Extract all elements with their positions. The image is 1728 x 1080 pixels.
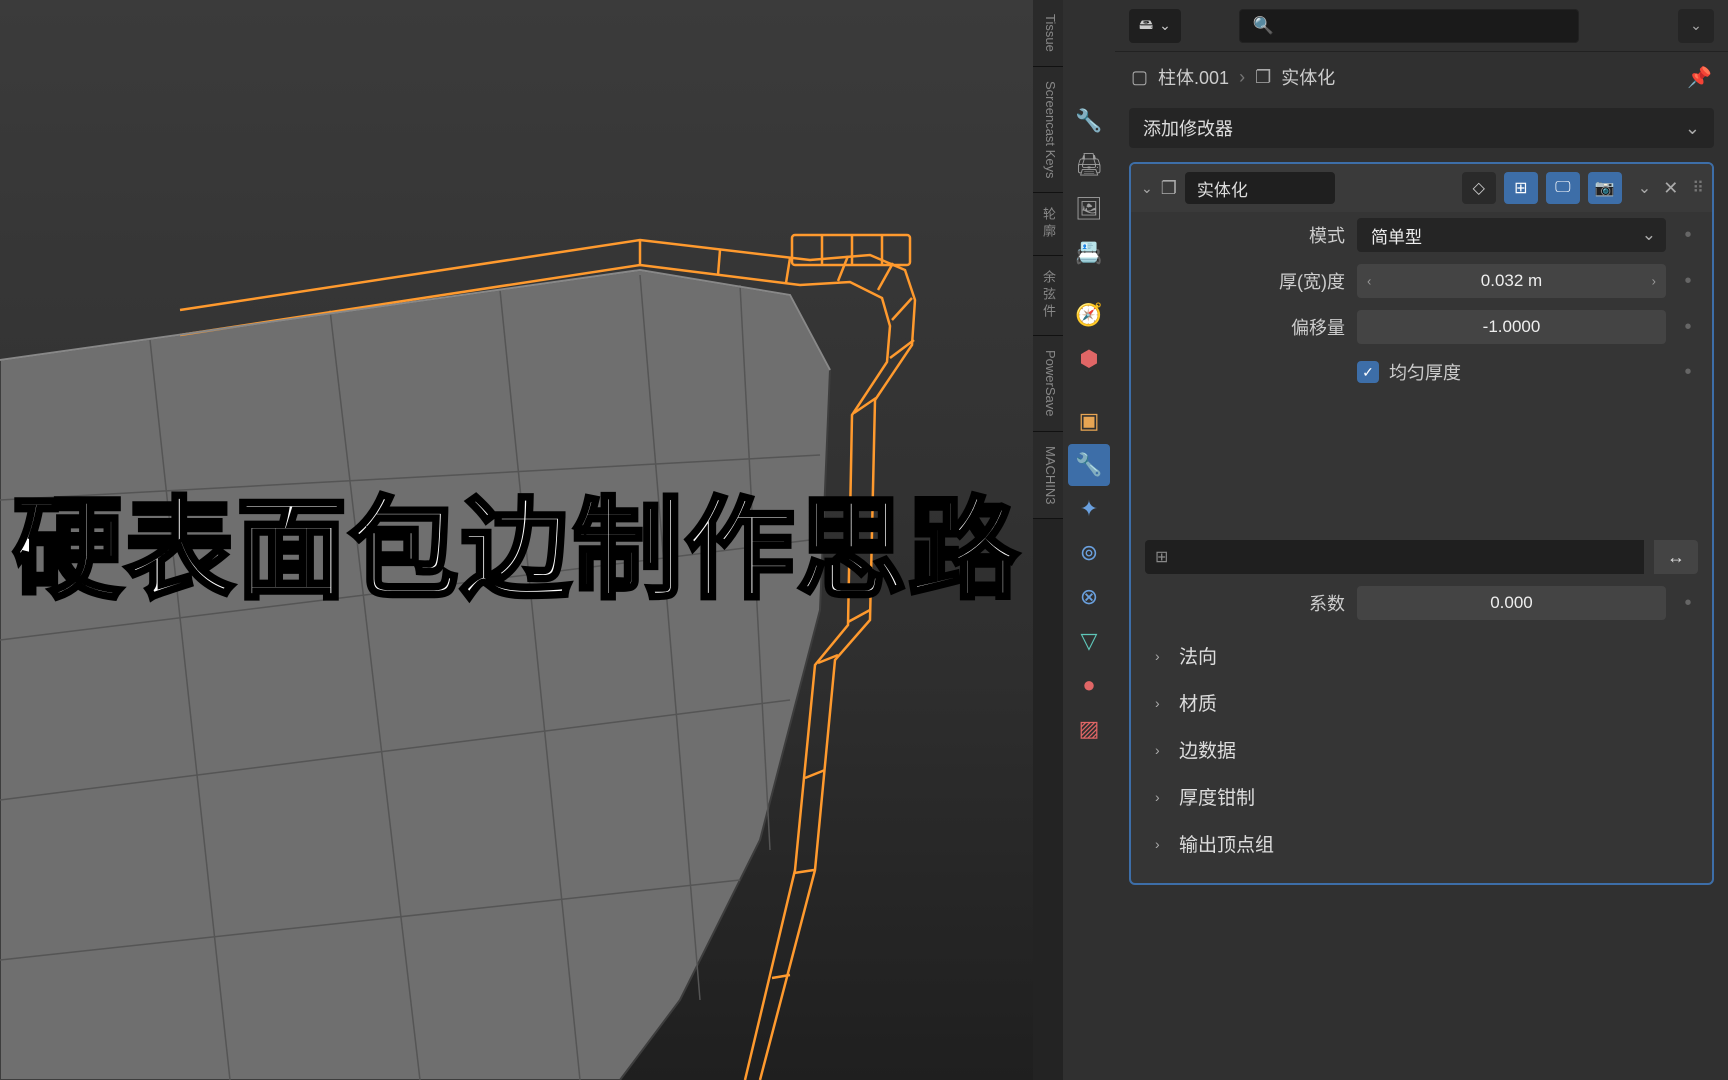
material-icon[interactable]: ●: [1068, 664, 1110, 706]
constraint-icon[interactable]: ⊗: [1068, 576, 1110, 618]
breadcrumb-separator: ›: [1239, 67, 1245, 88]
object-icon: ▢: [1131, 67, 1148, 88]
mesh-render: [0, 0, 1033, 1080]
properties-panel: 🖴 ⌄ 🔍 ⌄ ▢ 柱体.001 › ❐ 实体化 📌 添加修改器 ⌄ ⌄ ❐ 实…: [1115, 0, 1728, 1080]
chevron-down-icon: ⌄: [1685, 118, 1700, 139]
mode-label: 模式: [1145, 222, 1345, 248]
collection-icon[interactable]: ⬢: [1068, 338, 1110, 380]
tab-cosine[interactable]: 余弦件: [1033, 256, 1063, 336]
modifier-subsections: ›法向 ›材质 ›边数据 ›厚度钳制 ›输出顶点组: [1131, 626, 1712, 873]
even-thickness-row: ✓ 均匀厚度 •: [1131, 350, 1712, 394]
scene-icon[interactable]: 📇: [1068, 232, 1110, 274]
n-panel-tabs: Tissue Screencast Keys 轮廓 余弦件 PowerSave …: [1033, 0, 1063, 1080]
breadcrumb-modifier[interactable]: 实体化: [1281, 64, 1335, 90]
modifier-name-field[interactable]: 实体化: [1185, 172, 1335, 204]
properties-tab-bar: 🔧 🖨 🖼 📇 🧭 ⬢ ▣ 🔧 ✦ ⊚ ⊗ ▽ ● ▨: [1063, 0, 1115, 1080]
separator: [1068, 382, 1110, 398]
modifier-icon[interactable]: 🔧: [1068, 444, 1110, 486]
subsection-materials[interactable]: ›材质: [1131, 679, 1712, 726]
thickness-field[interactable]: ‹ 0.032 m ›: [1357, 264, 1666, 298]
show-on-cage-toggle[interactable]: ◇: [1462, 172, 1496, 204]
chevron-down-icon: ⌄: [1159, 17, 1171, 34]
breadcrumb-object[interactable]: 柱体.001: [1158, 64, 1229, 90]
factor-label: 系数: [1145, 590, 1345, 616]
decrement-icon[interactable]: ‹: [1367, 274, 1371, 289]
tab-screencast-keys[interactable]: Screencast Keys: [1033, 67, 1063, 194]
render-icon[interactable]: 🔧: [1068, 100, 1110, 142]
subsection-edge-data[interactable]: ›边数据: [1131, 726, 1712, 773]
chevron-down-icon: ⌄: [1642, 225, 1656, 245]
offset-row: 偏移量 -1.0000 •: [1131, 304, 1712, 350]
animate-dot[interactable]: •: [1678, 361, 1698, 384]
offset-label: 偏移量: [1145, 314, 1345, 340]
drag-handle[interactable]: ⠿: [1692, 178, 1702, 198]
animate-dot[interactable]: •: [1678, 592, 1698, 615]
invert-button[interactable]: ↔: [1654, 540, 1698, 574]
even-thickness-label: 均匀厚度: [1389, 359, 1461, 385]
viewport-3d[interactable]: 硬表面包边制作思路: [0, 0, 1033, 1080]
expand-toggle[interactable]: ⌄: [1141, 180, 1153, 197]
subsection-output-vg[interactable]: ›输出顶点组: [1131, 820, 1712, 867]
viewlayer-icon[interactable]: 🖼: [1068, 188, 1110, 230]
chevron-right-icon: ›: [1155, 648, 1169, 664]
data-type-dropdown[interactable]: 🖴 ⌄: [1129, 9, 1181, 43]
texture-icon[interactable]: ▨: [1068, 708, 1110, 750]
modifier-card-solidify: ⌄ ❐ 实体化 ◇ ⊞ 🖵 📷 ⌄ ✕ ⠿ 模式 简单型 ⌄ • 厚(宽)度 ‹…: [1129, 162, 1714, 885]
particle-icon[interactable]: ✦: [1068, 488, 1110, 530]
tab-machin3[interactable]: MACHIN3: [1033, 432, 1063, 520]
thickness-label: 厚(宽)度: [1145, 268, 1345, 294]
show-in-editmode-toggle[interactable]: ⊞: [1504, 172, 1538, 204]
tab-outline[interactable]: 轮廓: [1033, 193, 1063, 256]
chevron-right-icon: ›: [1155, 742, 1169, 758]
panel-header: 🖴 ⌄ 🔍 ⌄: [1115, 0, 1728, 52]
tab-tissue[interactable]: Tissue: [1033, 0, 1063, 67]
animate-dot[interactable]: •: [1678, 316, 1698, 339]
delete-modifier-button[interactable]: ✕: [1663, 178, 1678, 199]
separator: [1068, 276, 1110, 292]
output-icon[interactable]: 🖨: [1068, 144, 1110, 186]
vertex-group-select[interactable]: ⊞: [1145, 540, 1644, 574]
pin-icon[interactable]: 📌: [1687, 65, 1712, 90]
modifier-menu[interactable]: ⌄: [1638, 178, 1651, 198]
show-in-viewport-toggle[interactable]: 🖵: [1546, 172, 1580, 204]
tab-powersave[interactable]: PowerSave: [1033, 336, 1063, 431]
increment-icon[interactable]: ›: [1652, 274, 1656, 289]
object-icon[interactable]: ▣: [1068, 400, 1110, 442]
factor-field[interactable]: 0.000: [1357, 586, 1666, 620]
solidify-icon: ❐: [1161, 178, 1177, 199]
add-modifier-label: 添加修改器: [1143, 115, 1233, 141]
physics-icon[interactable]: ⊚: [1068, 532, 1110, 574]
factor-row: 系数 0.000 •: [1131, 580, 1712, 626]
offset-field[interactable]: -1.0000: [1357, 310, 1666, 344]
subsection-thickness-clamp[interactable]: ›厚度钳制: [1131, 773, 1712, 820]
options-dropdown[interactable]: ⌄: [1678, 9, 1714, 43]
datablock-icon: 🖴: [1139, 14, 1153, 38]
vertex-group-row: ⊞ ↔: [1131, 534, 1712, 580]
mode-select[interactable]: 简单型 ⌄: [1357, 218, 1666, 252]
chevron-right-icon: ›: [1155, 789, 1169, 805]
search-input[interactable]: 🔍: [1239, 9, 1579, 43]
animate-dot[interactable]: •: [1678, 270, 1698, 293]
thickness-row: 厚(宽)度 ‹ 0.032 m › •: [1131, 258, 1712, 304]
even-thickness-checkbox[interactable]: ✓: [1357, 361, 1379, 383]
subsection-normals[interactable]: ›法向: [1131, 632, 1712, 679]
breadcrumb: ▢ 柱体.001 › ❐ 实体化 📌: [1115, 52, 1728, 102]
search-icon: 🔍: [1252, 16, 1273, 36]
animate-dot[interactable]: •: [1678, 224, 1698, 247]
mode-row: 模式 简单型 ⌄ •: [1131, 212, 1712, 258]
world-icon[interactable]: 🧭: [1068, 294, 1110, 336]
add-modifier-button[interactable]: 添加修改器 ⌄: [1129, 108, 1714, 148]
show-in-render-toggle[interactable]: 📷: [1588, 172, 1622, 204]
mesh-icon[interactable]: ▽: [1068, 620, 1110, 662]
vertex-group-icon: ⊞: [1155, 547, 1168, 567]
chevron-right-icon: ›: [1155, 695, 1169, 711]
chevron-right-icon: ›: [1155, 836, 1169, 852]
modifier-type-icon: ❐: [1255, 67, 1271, 88]
modifier-header: ⌄ ❐ 实体化 ◇ ⊞ 🖵 📷 ⌄ ✕ ⠿: [1131, 164, 1712, 212]
